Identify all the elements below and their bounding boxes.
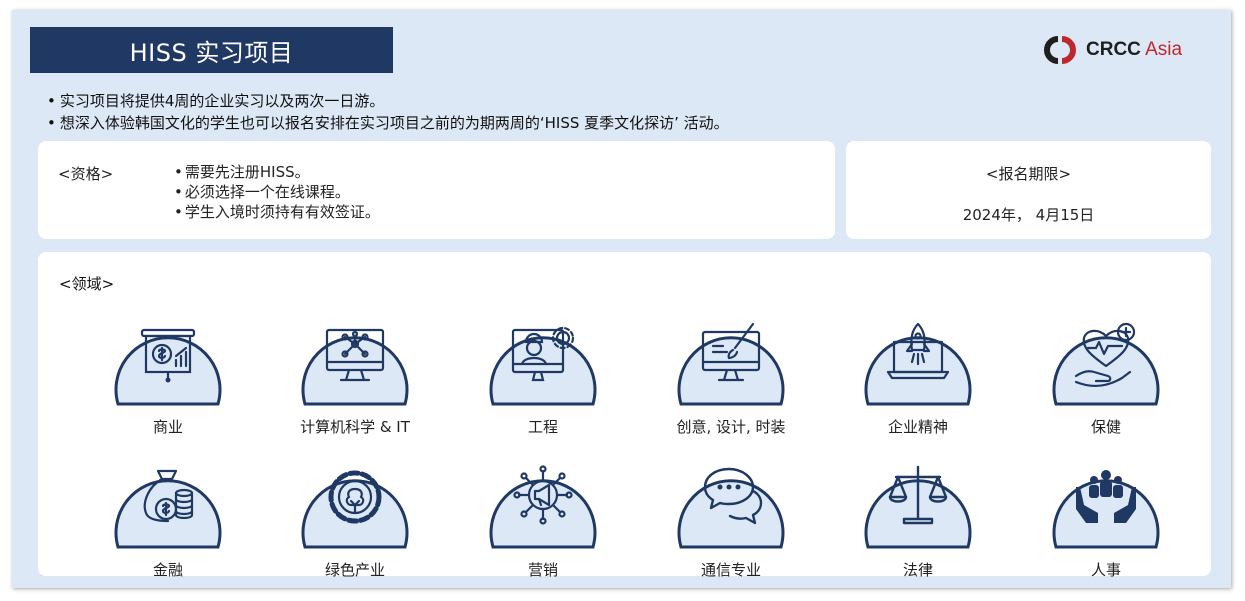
field-name: 企业精神: [887, 418, 948, 436]
field-item-engineering: 工程: [453, 304, 633, 437]
deadline-date: 2024年， 4月15日: [962, 206, 1095, 224]
field-name: 通信专业: [700, 561, 761, 579]
field-item-communications: 通信专业: [641, 447, 821, 580]
page-title-text: HISS 实习项目: [129, 38, 294, 67]
people-hands-icon: [1052, 470, 1160, 549]
field-item-green-industry: 绿色产业: [265, 447, 445, 580]
field-name: 创意, 设计, 时装: [676, 418, 786, 436]
deadline-label: <报名期限>: [985, 165, 1072, 183]
field-item-creative-design: 创意, 设计, 时装: [641, 304, 821, 437]
field-item-human-resources: 人事: [1016, 447, 1196, 580]
intro-bullet: 实习项目将提供4周的企业实习以及两次一日游。: [47, 90, 729, 112]
eco-gear-icon: [301, 470, 409, 549]
eligibility-item: 需要先注册HISS。: [174, 162, 380, 182]
field-name: 法律: [902, 561, 933, 579]
logo-text: CRCC Asia: [1086, 39, 1183, 60]
field-name: 营销: [527, 561, 558, 579]
field-name: 人事: [1090, 561, 1121, 579]
business-presentation-icon: [114, 328, 222, 406]
eligibility-item: 必须选择一个在线课程。: [174, 182, 380, 202]
field-item-marketing: 营销: [453, 447, 633, 580]
scales-icon: [864, 465, 972, 549]
megaphone-network-icon: [489, 465, 597, 549]
crcc-logo-icon: [1044, 36, 1076, 64]
design-monitor-icon: [677, 322, 785, 406]
rocket-laptop-icon: [864, 322, 972, 406]
slide: HISS 实习项目 CRCC Asia 实习项目将提供4周的企业实习以及两次一日…: [12, 10, 1231, 588]
field-item-entrepreneurship: 企业精神: [828, 304, 1008, 437]
eligibility-label: <资格>: [58, 165, 114, 183]
health-heart-icon: [1052, 322, 1160, 406]
fields-card: <领域> 商业 计算机科学 & IT 工程 创意, 设计, 时装 企业精神 保健…: [38, 252, 1211, 579]
eligibility-item: 学生入境时须持有有效签证。: [174, 202, 380, 222]
chat-bubbles-icon: [677, 467, 785, 549]
page-title: HISS 实习项目: [30, 27, 393, 73]
fields-label: <领域>: [59, 275, 115, 293]
field-item-business: 商业: [78, 304, 258, 437]
field-name: 绿色产业: [324, 561, 385, 579]
field-name: 金融: [152, 561, 183, 579]
engineer-gear-icon: [489, 326, 597, 406]
field-item-healthcare: 保健: [1016, 304, 1196, 437]
field-name: 工程: [527, 418, 558, 436]
field-name: 保健: [1090, 418, 1121, 436]
intro-bullet: 想深入体验韩国文化的学生也可以报名安排在实习项目之前的为期两周的‘HISS 夏季…: [47, 112, 729, 134]
field-name: 计算机科学 & IT: [300, 418, 410, 436]
computer-network-icon: [301, 328, 409, 406]
field-item-finance: 金融: [78, 447, 258, 580]
eligibility-card: <资格> 需要先注册HISS。 必须选择一个在线课程。 学生入境时须持有有效签证…: [38, 141, 835, 239]
field-item-computer-science: 计算机科学 & IT: [265, 304, 445, 437]
field-item-law: 法律: [828, 447, 1008, 580]
deadline-card: <报名期限> 2024年， 4月15日: [846, 141, 1211, 239]
eligibility-list: 需要先注册HISS。 必须选择一个在线课程。 学生入境时须持有有效签证。: [174, 162, 380, 222]
crcc-asia-logo: CRCC Asia: [1040, 34, 1182, 66]
money-bag-icon: [114, 469, 222, 549]
intro-bullets: 实习项目将提供4周的企业实习以及两次一日游。 想深入体验韩国文化的学生也可以报名…: [47, 90, 729, 134]
field-name: 商业: [152, 418, 183, 436]
